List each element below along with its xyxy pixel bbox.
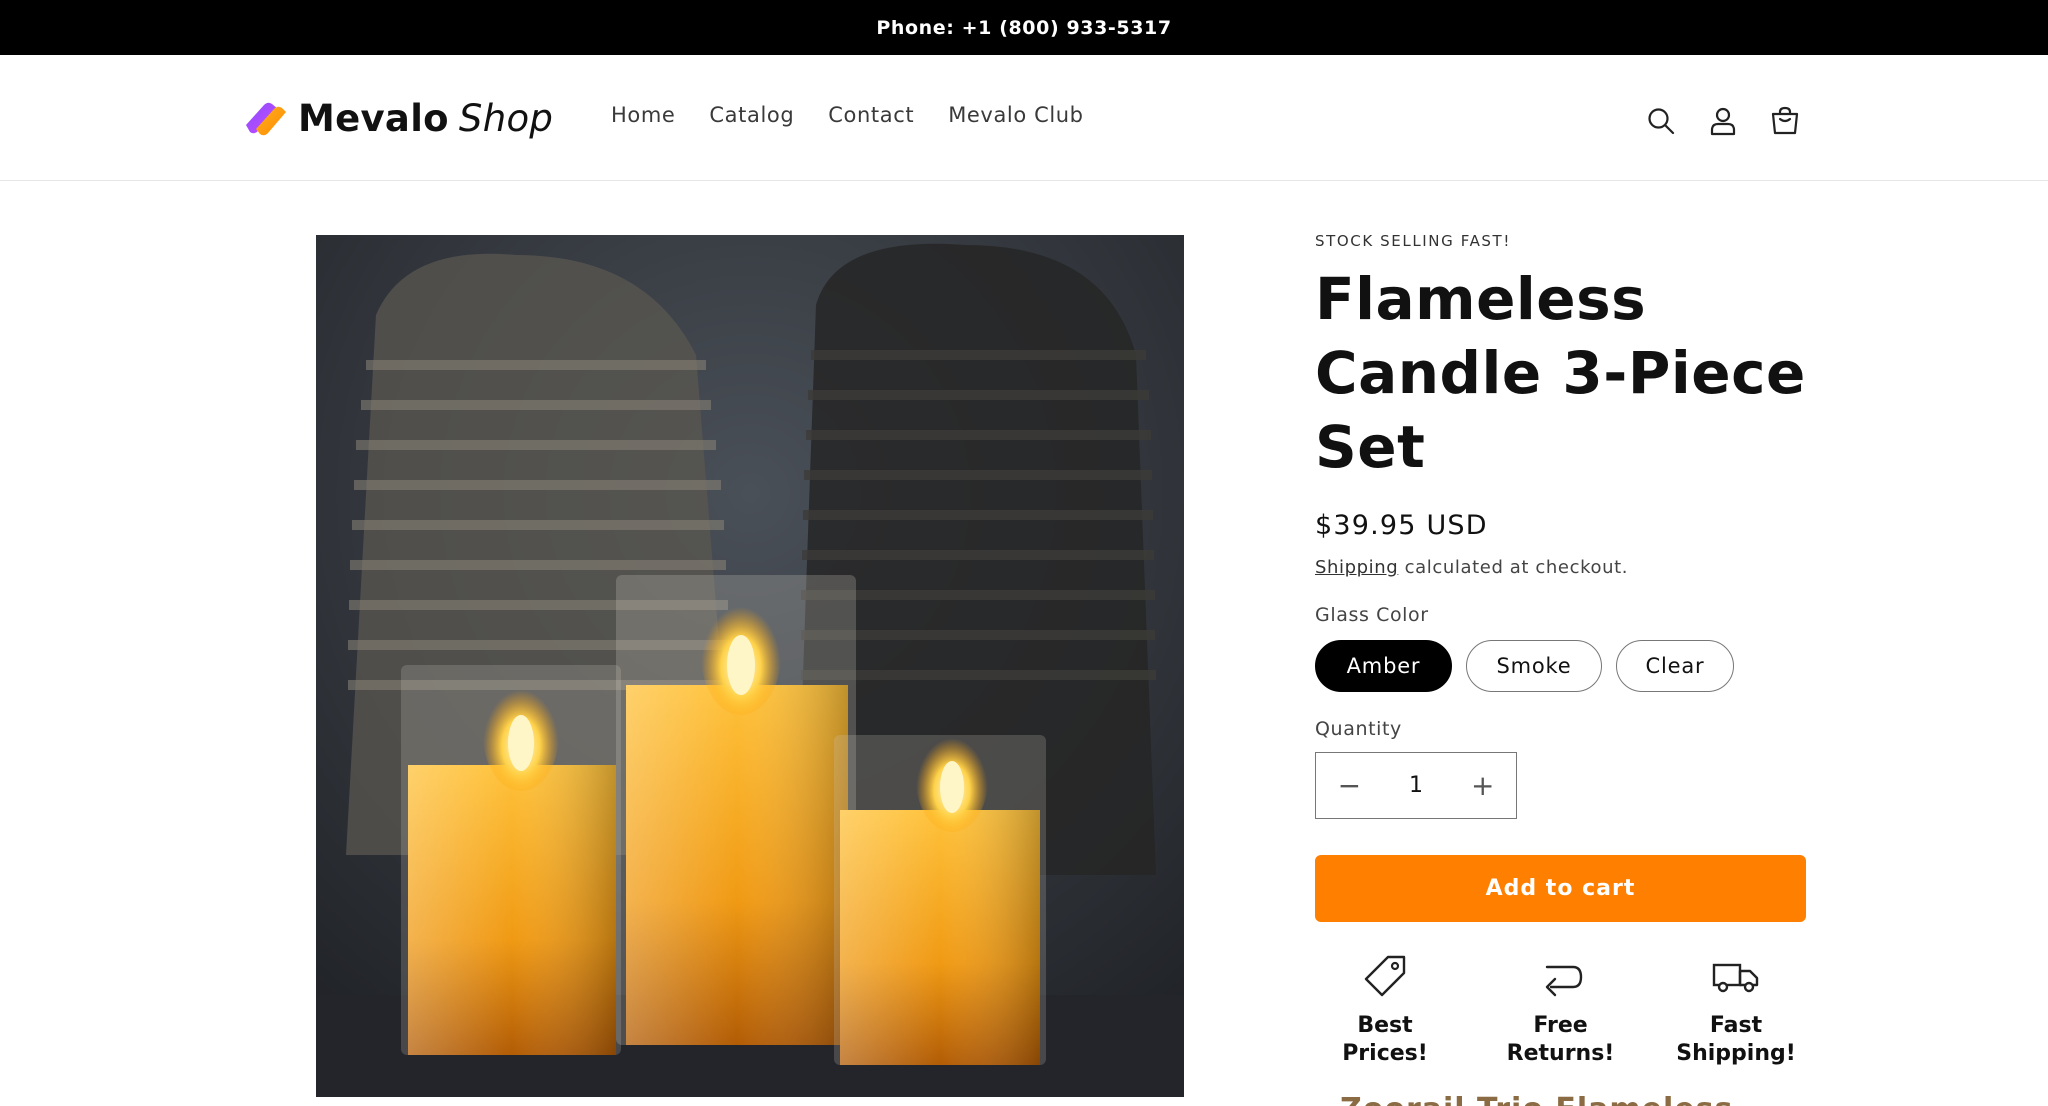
add-to-cart-button[interactable]: Add to cart	[1315, 855, 1806, 922]
option-smoke[interactable]: Smoke	[1466, 640, 1602, 692]
product-info: STOCK SELLING FAST! Flameless Candle 3-P…	[1315, 232, 1807, 1068]
cart-icon[interactable]	[1754, 99, 1816, 143]
option-clear[interactable]: Clear	[1616, 640, 1734, 692]
candles-photo	[316, 235, 1184, 1097]
perks-row: Best Prices! Free Returns! Fast Shipping…	[1315, 952, 1806, 1068]
brand-name: Mevalo	[298, 96, 449, 140]
account-icon[interactable]	[1692, 99, 1754, 143]
shipping-note-text: calculated at checkout.	[1404, 557, 1629, 578]
glass-color-options: Amber Smoke Clear	[1315, 640, 1807, 692]
product-title: Flameless Candle 3-Piece Set	[1315, 265, 1806, 481]
search-icon[interactable]	[1630, 99, 1692, 143]
glass-color-label: Glass Color	[1315, 604, 1429, 626]
header-actions	[1630, 99, 1816, 143]
shipping-note: Shipping calculated at checkout.	[1315, 557, 1807, 578]
nav-contact[interactable]: Contact	[811, 103, 931, 127]
nav-catalog[interactable]: Catalog	[692, 103, 811, 127]
perk-label: Best Prices!	[1342, 1013, 1428, 1066]
quantity-input[interactable]: 1	[1383, 773, 1450, 798]
quantity-decrease-button[interactable]: −	[1316, 769, 1383, 802]
shipping-link[interactable]: Shipping	[1315, 557, 1398, 578]
brand-suffix: Shop	[458, 96, 554, 140]
brand-logo[interactable]: Mevalo Shop	[240, 93, 553, 143]
announcement-bar: Phone: +1 (800) 933-5317	[0, 0, 2048, 55]
announcement-text: Phone: +1 (800) 933-5317	[876, 16, 1172, 39]
stock-badge: STOCK SELLING FAST!	[1315, 232, 1511, 250]
brand-mark-icon	[246, 102, 286, 136]
return-arrow-icon	[1545, 965, 1582, 997]
perk-free-returns: Free Returns!	[1491, 952, 1631, 1068]
truck-icon	[1712, 963, 1759, 993]
price-tag-icon	[1364, 955, 1406, 997]
site-header: Mevalo Shop Home Catalog Contact Mevalo C…	[0, 55, 2048, 181]
quantity-label: Quantity	[1315, 718, 1402, 740]
product-price: $39.95 USD	[1315, 510, 1488, 541]
perk-best-prices: Best Prices!	[1315, 952, 1455, 1068]
quantity-stepper: − 1 +	[1315, 752, 1517, 819]
perk-label: Fast Shipping!	[1676, 1013, 1796, 1066]
description-heading: Zoorail Trio Flameless Candles	[1340, 1092, 1800, 1106]
main-nav: Home Catalog Contact Mevalo Club	[594, 103, 1101, 127]
product-image[interactable]	[316, 235, 1184, 1097]
nav-home[interactable]: Home	[594, 103, 692, 127]
nav-mevalo-club[interactable]: Mevalo Club	[931, 103, 1100, 127]
quantity-increase-button[interactable]: +	[1449, 769, 1516, 802]
perk-fast-shipping: Fast Shipping!	[1666, 952, 1806, 1068]
option-amber[interactable]: Amber	[1315, 640, 1452, 692]
perk-label: Free Returns!	[1506, 1013, 1615, 1066]
